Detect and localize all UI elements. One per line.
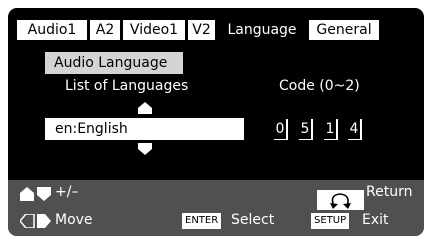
up-arrow-icon[interactable] <box>138 102 152 114</box>
exit-label: Exit <box>362 212 389 228</box>
osd-screen: Audio1 A2 Video1 V2 Language General Aud… <box>8 8 424 236</box>
code-digit-2[interactable]: 5 <box>299 119 313 140</box>
adjust-label: +/– <box>55 184 79 200</box>
left-right-arrows-icon <box>20 214 51 228</box>
tab-video1[interactable]: Video1 <box>123 20 185 40</box>
select-label: Select <box>231 212 275 228</box>
tab-general[interactable]: General <box>309 20 379 40</box>
up-down-arrows-icon <box>20 187 51 201</box>
language-select-field[interactable]: en:English <box>45 118 244 140</box>
return-arrow-icon <box>317 190 364 210</box>
code-digit-1[interactable]: 0 <box>274 119 288 140</box>
code-digit-4[interactable]: 4 <box>348 119 362 140</box>
tab-language[interactable]: Language <box>218 20 306 40</box>
code-digit-3[interactable]: 1 <box>324 119 338 140</box>
tab-v2[interactable]: V2 <box>188 20 215 40</box>
enter-key: ENTER <box>182 213 222 229</box>
tab-a2[interactable]: A2 <box>90 20 120 40</box>
code-label: Code (0~2) <box>279 78 360 94</box>
audio-language-heading[interactable]: Audio Language <box>45 52 183 74</box>
down-arrow-icon[interactable] <box>138 143 152 155</box>
list-of-languages-label: List of Languages <box>65 78 189 94</box>
setup-key: SETUP <box>311 213 350 229</box>
move-label: Move <box>55 212 93 228</box>
tab-audio1[interactable]: Audio1 <box>17 20 87 40</box>
return-label: Return <box>366 184 413 200</box>
